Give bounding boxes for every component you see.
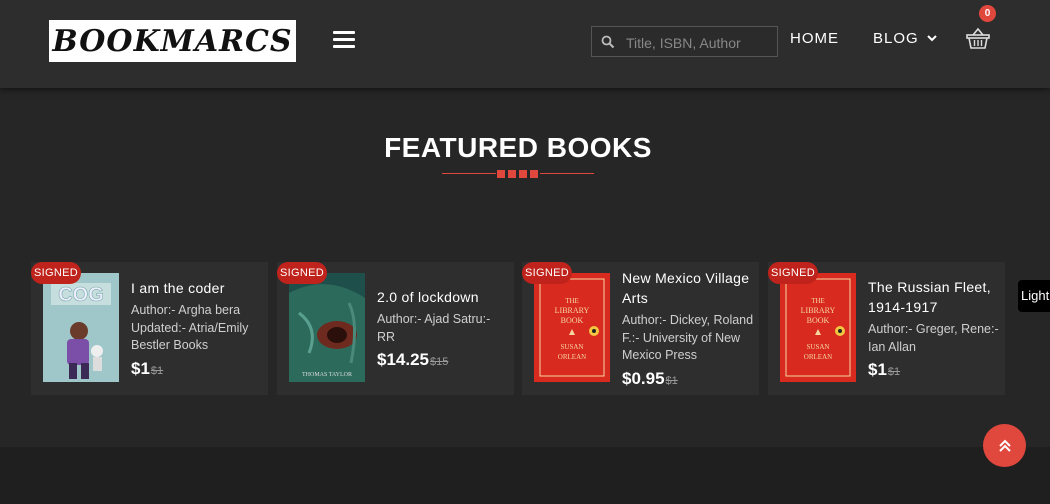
nav-blog-label: BLOG [873,30,919,47]
svg-text:BOOK: BOOK [807,316,830,325]
signed-badge: SIGNED [277,262,327,284]
book-title[interactable]: The Russian Fleet, 1914-1917 [868,277,1000,317]
search-icon [601,35,615,49]
book-author: Author:- Argha bera Updated:- Atria/Emil… [131,303,249,352]
book-title[interactable]: I am the coder [131,278,263,298]
library-book-cover-image: THE LIBRARY BOOK SUSAN ORLEAN [780,273,856,382]
svg-text:THOMAS TAYLOR: THOMAS TAYLOR [302,372,352,378]
book-price: $1$1 [131,359,263,379]
svg-text:THE: THE [811,297,825,305]
nav-blog-link[interactable]: BLOG [873,30,937,47]
book-cover[interactable]: THE LIBRARY BOOK SUSAN ORLEAN [780,273,856,382]
book-price: $14.25$15 [377,350,509,370]
signed-badge: SIGNED [31,262,81,284]
title-divider [442,168,594,180]
book-author: Author:- Ajad Satru:- RR [377,312,491,344]
book-title[interactable]: 2.0 of lockdown [377,287,509,307]
logo-text: BOOKMARCS [52,23,293,59]
svg-text:LIBRARY: LIBRARY [555,306,590,315]
signed-badge: SIGNED [768,262,818,284]
chevron-down-icon [926,35,937,42]
signed-badge: SIGNED [522,262,572,284]
book-cover[interactable]: THOMAS TAYLOR [289,273,365,382]
price-current: $1 [131,358,150,378]
book-price: $0.95$1 [622,369,754,389]
svg-text:ORLEAN: ORLEAN [558,353,586,361]
site-logo[interactable]: BOOKMARCS [49,20,296,62]
book-cover[interactable]: THE LIBRARY BOOK SUSAN ORLEAN [534,273,610,382]
cart-count-badge: 0 [979,5,996,22]
price-original: $1 [665,374,678,387]
book-price: $1$1 [868,360,1000,380]
footer-band [0,447,1050,504]
book-title[interactable]: New Mexico Village Arts [622,268,754,308]
nav-home-link[interactable]: HOME [790,30,839,47]
price-current: $1 [868,360,887,379]
book-cover[interactable]: COG [43,273,119,382]
book-info: New Mexico Village Arts Author:- Dickey,… [622,268,754,389]
svg-text:COG: COG [58,284,104,306]
price-current: $14.25 [377,350,429,369]
price-original: $15 [430,356,449,368]
basket-icon[interactable] [966,27,990,49]
eye-cover-image: THOMAS TAYLOR [289,273,365,382]
svg-text:SUSAN: SUSAN [561,343,584,351]
light-mode-toggle[interactable]: Light [1018,280,1050,312]
svg-text:ORLEAN: ORLEAN [804,353,832,361]
book-info: 2.0 of lockdown Author:- Ajad Satru:- RR… [377,287,509,370]
nav-home-label: HOME [790,30,839,47]
price-original: $1 [150,364,164,377]
book-info: I am the coder Author:- Argha bera Updat… [131,278,263,379]
svg-text:SUSAN: SUSAN [807,343,830,351]
menu-icon[interactable] [333,31,355,49]
scroll-to-top-button[interactable] [983,424,1026,467]
book-author: Author:- Greger, Rene:- Ian Allan [868,322,999,354]
svg-text:LIBRARY: LIBRARY [801,306,836,315]
price-current: $0.95 [622,368,665,388]
svg-text:THE: THE [565,297,579,305]
double-chevron-up-icon [998,439,1011,452]
search-input[interactable] [624,27,778,58]
book-info: The Russian Fleet, 1914-1917 Author:- Gr… [868,277,1000,380]
book-author: Author:- Dickey, Roland F.:- University … [622,313,754,362]
section-title: FEATURED BOOKS [384,132,652,163]
svg-text:BOOK: BOOK [561,316,584,325]
search-box [591,26,778,58]
cog-cover-image: COG [43,273,119,382]
library-book-cover-image: THE LIBRARY BOOK SUSAN ORLEAN [534,273,610,382]
site-header: BOOKMARCS HOME BLOG 0 [0,0,1050,88]
price-original: $1 [887,366,901,378]
